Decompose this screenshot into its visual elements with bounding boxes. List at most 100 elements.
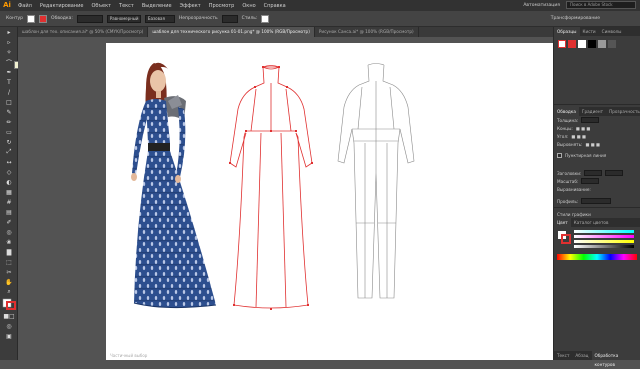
- width-tool-icon[interactable]: ↔: [0, 157, 18, 167]
- transform-link[interactable]: Трансформирование: [551, 16, 600, 21]
- swatch-white[interactable]: [578, 40, 586, 48]
- stock-search-input[interactable]: Поиск в Adobe Stock: [566, 1, 636, 9]
- brush-select[interactable]: Базовая: [145, 15, 175, 23]
- symbol-sprayer-icon[interactable]: ❀: [0, 237, 18, 247]
- opacity-label[interactable]: Непрозрачность: [179, 16, 218, 21]
- workspace-switcher[interactable]: Автоматизация: [523, 3, 560, 8]
- color-spectrum[interactable]: [557, 254, 637, 260]
- tab-pathfinder[interactable]: Обработка контуров: [592, 351, 640, 360]
- tab-tech-drawing-template[interactable]: шаблон для технического рисунка 01-01.pn…: [148, 27, 314, 37]
- eyedropper-tool-icon[interactable]: ✐: [0, 217, 18, 227]
- tab-color[interactable]: Цвет: [554, 218, 571, 227]
- color-modes-icon[interactable]: ■□: [0, 311, 18, 321]
- mesh-tool-icon[interactable]: #: [0, 197, 18, 207]
- dashed-line-checkbox[interactable]: [557, 153, 562, 158]
- control-bar: Контур Обводка: Равномерный Базовая Непр…: [0, 11, 640, 27]
- menu-file[interactable]: Файл: [14, 3, 36, 9]
- menu-effect[interactable]: Эффект: [176, 3, 205, 9]
- color-sliders[interactable]: [574, 230, 634, 248]
- menu-view[interactable]: Просмотр: [205, 3, 239, 9]
- technical-dress-outline[interactable]: [230, 66, 312, 309]
- arrowheads-label: Заголовки:: [557, 171, 581, 176]
- swatch-gray[interactable]: [598, 40, 606, 48]
- slice-tool-icon[interactable]: ✂: [0, 267, 18, 277]
- swatch-dark-gray[interactable]: [608, 40, 616, 48]
- hand-tool-icon[interactable]: ✋: [0, 277, 18, 287]
- blend-tool-icon[interactable]: ◎: [0, 227, 18, 237]
- eraser-tool-icon[interactable]: ▭: [0, 127, 18, 137]
- artboard-tool-icon[interactable]: ⬚: [0, 257, 18, 267]
- tab-tech-description[interactable]: шаблон для тех. описания.ai* @ 50% (CMYK…: [18, 27, 148, 37]
- perspective-grid-icon[interactable]: ▦: [0, 187, 18, 197]
- right-panel-dock: Образцы Кисти Символы Обводка Градиент П…: [553, 27, 640, 360]
- artboard[interactable]: [106, 43, 553, 360]
- swatches-panel-tabs: Образцы Кисти Символы: [554, 27, 640, 36]
- variable-width-select[interactable]: Равномерный: [107, 15, 141, 23]
- stroke-swatch[interactable]: [39, 15, 47, 23]
- technical-jumpsuit-template[interactable]: [338, 64, 414, 299]
- tab-character[interactable]: Текст: [554, 351, 572, 360]
- free-transform-icon[interactable]: ◇: [0, 167, 18, 177]
- canvas-area[interactable]: [18, 37, 553, 360]
- menu-window[interactable]: Окно: [238, 3, 259, 9]
- swatch-black[interactable]: [588, 40, 596, 48]
- tab-color-guide[interactable]: Каталог цветов: [571, 218, 612, 227]
- swatch-none[interactable]: [558, 40, 566, 48]
- arrow-start-select[interactable]: [584, 170, 602, 176]
- gradient-tool-icon[interactable]: ▤: [0, 207, 18, 217]
- pencil-tool-icon[interactable]: ✏: [0, 117, 18, 127]
- shape-builder-icon[interactable]: ◐: [0, 177, 18, 187]
- weight-field[interactable]: [581, 117, 599, 123]
- menu-select[interactable]: Выделение: [138, 3, 176, 9]
- align-stroke-buttons[interactable]: ■ ■ ■: [585, 142, 600, 147]
- fill-stroke-icon[interactable]: [0, 297, 18, 311]
- zoom-tool-icon[interactable]: ⌕: [0, 287, 18, 297]
- fill-stroke-preview-icon[interactable]: [557, 230, 571, 244]
- rotate-tool-icon[interactable]: ↻: [0, 137, 18, 147]
- screen-mode-icon[interactable]: ▣: [0, 331, 18, 341]
- scale-tool-icon[interactable]: ⤢: [0, 147, 18, 157]
- scale-start-field[interactable]: [581, 178, 599, 184]
- paintbrush-tool-icon[interactable]: ✎: [0, 107, 18, 117]
- type-tool-icon[interactable]: T: [0, 77, 18, 87]
- tab-paragraph[interactable]: Абзац: [572, 351, 591, 360]
- drawing-modes-icon[interactable]: ◎: [0, 321, 18, 331]
- menu-right-group: Автоматизация Поиск в Adobe Stock: [523, 1, 636, 9]
- tab-gradient[interactable]: Градиент: [579, 107, 606, 116]
- menu-help[interactable]: Справка: [260, 3, 290, 9]
- arrow-scale-row: Масштаб:: [554, 177, 640, 185]
- menu-object[interactable]: Объект: [87, 3, 115, 9]
- graph-tool-icon[interactable]: ▇: [0, 247, 18, 257]
- fill-swatch[interactable]: [27, 15, 35, 23]
- profile-select[interactable]: [581, 198, 611, 204]
- tab-brushes[interactable]: Кисти: [580, 27, 599, 36]
- fashion-illustration[interactable]: [131, 63, 216, 308]
- stroke-weight-field[interactable]: [77, 15, 103, 23]
- menu-type[interactable]: Текст: [115, 3, 138, 9]
- stroke-label[interactable]: Обводка:: [51, 16, 73, 21]
- graphic-styles-label[interactable]: Стили графики: [557, 212, 591, 217]
- corner-buttons[interactable]: ■ ■ ■: [571, 134, 586, 139]
- corner-label: Угол:: [557, 134, 568, 139]
- rectangle-tool-icon[interactable]: □: [0, 97, 18, 107]
- swatch-red[interactable]: [568, 40, 576, 48]
- line-tool-icon[interactable]: /: [0, 87, 18, 97]
- tab-symbols[interactable]: Символы: [599, 27, 625, 36]
- cap-buttons[interactable]: ■ ■ ■: [576, 126, 591, 131]
- tab-swatches[interactable]: Образцы: [554, 27, 580, 36]
- tab-sansa-drawing[interactable]: Рисунок Санса.ai* @ 100% (RGB/Просмотр): [315, 27, 419, 37]
- tab-transparency[interactable]: Прозрачность: [606, 107, 640, 116]
- menu-edit[interactable]: Редактирование: [36, 3, 88, 9]
- magic-wand-icon[interactable]: ✧: [0, 47, 18, 57]
- direct-selection-tool-icon[interactable]: ▹: [0, 37, 18, 47]
- swatches-grid: [554, 36, 640, 52]
- opacity-field[interactable]: [222, 15, 238, 23]
- swatches-empty-area: [554, 52, 640, 102]
- selection-tool-icon[interactable]: ▸: [0, 27, 18, 37]
- color-panel-tabs: Цвет Каталог цветов: [554, 218, 640, 227]
- document-tabs: шаблон для тех. описания.ai* @ 50% (CMYK…: [18, 27, 553, 37]
- tab-stroke[interactable]: Обводка: [554, 107, 579, 116]
- style-swatch[interactable]: [261, 15, 269, 23]
- arrow-end-select[interactable]: [605, 170, 623, 176]
- menu-bar: Ai Файл Редактирование Объект Текст Выде…: [0, 0, 640, 11]
